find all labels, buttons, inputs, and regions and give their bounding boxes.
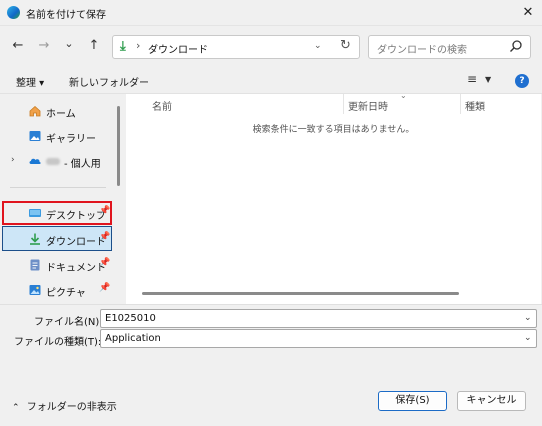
column-divider[interactable]	[343, 94, 344, 114]
breadcrumb-separator: ›	[136, 39, 141, 52]
sidebar-item-label: ホーム	[46, 109, 76, 120]
pin-icon: 📌	[99, 258, 111, 268]
sidebar-item-label: デスクトップ	[46, 211, 106, 222]
address-bar[interactable]: ⤓ › ダウンロード ⌄ ↻	[112, 35, 360, 59]
sidebar-item-home[interactable]: ホーム	[0, 99, 112, 123]
column-header-name[interactable]: 名前	[152, 98, 172, 113]
sidebar-item-gallery[interactable]: ギャラリー	[0, 124, 112, 148]
file-list-pane: 名前 更新日時 ⌄ 種類 検索条件に一致する項目はありません。	[126, 91, 541, 304]
pin-icon: 📌	[99, 283, 111, 293]
forward-button[interactable]: →	[36, 38, 52, 54]
chevron-up-icon: ⌃	[12, 403, 20, 413]
edge-app-icon	[7, 6, 20, 19]
pin-icon: 📌	[99, 206, 111, 216]
search-box[interactable]: ダウンロードの検索	[368, 35, 531, 59]
filename-label: ファイル名(N):	[34, 317, 103, 328]
new-folder-button[interactable]: 新しいフォルダー	[69, 74, 149, 89]
window-title: 名前を付けて保存	[26, 10, 106, 21]
sidebar-item-label: ダウンロード	[46, 237, 106, 248]
desktop-icon	[29, 209, 41, 217]
sidebar-item-label: ピクチャ	[46, 288, 86, 299]
home-icon	[29, 105, 41, 117]
chevron-down-icon[interactable]: ⌄	[314, 41, 322, 51]
sidebar-item-desktop[interactable]: デスクトップ 📌	[0, 201, 112, 225]
sidebar-item-label: - 個人用	[64, 159, 101, 170]
column-header-modified[interactable]: 更新日時	[348, 98, 388, 113]
filetype-selected-value: Application	[105, 333, 161, 344]
chevron-right-icon[interactable]: ›	[11, 155, 15, 165]
download-icon	[30, 233, 40, 245]
document-icon	[30, 259, 40, 271]
sidebar-item-label: ドキュメント	[46, 263, 106, 274]
empty-list-message: 検索条件に一致する項目はありません。	[252, 125, 415, 135]
horizontal-scrollbar[interactable]	[142, 292, 459, 295]
pictures-icon	[29, 285, 41, 295]
hide-folders-toggle[interactable]: ⌃ フォルダーの非表示	[12, 398, 117, 413]
sidebar-divider	[10, 187, 106, 188]
blurred-account-name	[46, 158, 60, 165]
pin-icon: 📌	[99, 232, 111, 242]
back-button[interactable]: ←	[10, 38, 26, 54]
organize-button[interactable]: 整理 ▾	[16, 74, 44, 89]
sidebar-item-label: ギャラリー	[46, 134, 96, 145]
close-icon[interactable]: ✕	[518, 3, 538, 23]
gallery-icon	[29, 131, 41, 141]
refresh-icon[interactable]: ↻	[340, 38, 351, 53]
column-divider[interactable]	[460, 94, 461, 114]
filename-field[interactable]: E1025010 ⌄	[100, 309, 537, 328]
sidebar-item-documents[interactable]: ドキュメント 📌	[0, 253, 112, 277]
chevron-down-icon[interactable]: ⌄	[524, 313, 532, 323]
sidebar-scrollbar[interactable]	[117, 106, 120, 186]
filetype-label: ファイルの種類(T):	[14, 337, 102, 348]
sidebar-item-onedrive[interactable]: › - 個人用	[0, 149, 112, 173]
save-button[interactable]: 保存(S)	[378, 391, 447, 411]
search-input[interactable]: ダウンロードの検索	[377, 41, 467, 56]
breadcrumb-current[interactable]: ダウンロード	[148, 41, 208, 56]
help-icon[interactable]: ?	[515, 74, 529, 88]
hide-folders-label: フォルダーの非表示	[26, 402, 117, 413]
onedrive-icon	[29, 158, 41, 164]
sidebar-item-downloads[interactable]: ダウンロード 📌	[0, 227, 112, 251]
cancel-button[interactable]: キャンセル	[457, 391, 526, 411]
up-button[interactable]: ↑	[86, 38, 102, 54]
sort-indicator-icon: ⌄	[400, 91, 407, 100]
view-dropdown-icon[interactable]: ▼	[485, 75, 491, 84]
view-options-icon[interactable]: ≡	[467, 72, 477, 86]
chevron-down-icon[interactable]: ⌄	[524, 333, 532, 343]
recent-locations-button[interactable]: ⌄	[61, 36, 77, 52]
sidebar-item-pictures[interactable]: ピクチャ 📌	[0, 278, 112, 302]
download-icon: ⤓	[120, 39, 126, 54]
column-header-type[interactable]: 種類	[465, 98, 485, 113]
search-icon[interactable]	[509, 39, 523, 53]
filename-input[interactable]: E1025010	[105, 313, 156, 324]
filetype-select[interactable]: Application ⌄	[100, 329, 537, 348]
